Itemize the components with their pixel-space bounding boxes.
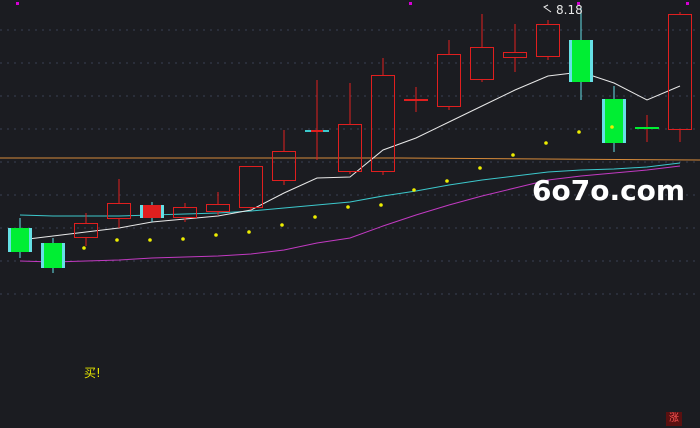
candle-body-6	[206, 204, 230, 212]
candle-body-20	[668, 14, 692, 130]
signal-dot-13	[478, 166, 482, 170]
signal-dot-8	[313, 215, 317, 219]
signal-dot-11	[412, 188, 416, 192]
top-marker-0	[16, 2, 19, 5]
candle-body-0	[11, 228, 29, 252]
top-marker-3	[686, 2, 689, 5]
signal-dot-3	[148, 238, 152, 242]
candle-body-10	[338, 124, 362, 172]
candle-body-18	[605, 99, 623, 143]
candle-body-2	[74, 223, 98, 238]
candle-body-17	[572, 40, 590, 82]
signal-dot-10	[379, 203, 383, 207]
candle-body-5	[173, 207, 197, 218]
candle-body-15	[503, 52, 527, 58]
rise-badge: 涨	[666, 412, 682, 426]
watermark: 6o7o.com	[532, 174, 686, 207]
top-marker-1	[409, 2, 412, 5]
signal-dot-7	[280, 223, 284, 227]
signal-dot-16	[577, 130, 581, 134]
signal-dot-15	[544, 141, 548, 145]
candle-body-7	[239, 166, 263, 208]
signal-dot-12	[445, 179, 449, 183]
candle-body-1	[44, 243, 62, 268]
signal-dot-14	[511, 153, 515, 157]
high-price-label: 8.18	[556, 3, 583, 17]
candle-body-13	[437, 54, 461, 107]
signal-dot-17	[610, 125, 614, 129]
signal-dot-4	[181, 237, 185, 241]
signal-dot-2	[115, 238, 119, 242]
chart-area: 8.18 买! 6o7o.com 涨	[0, 0, 700, 428]
ma-line-orange	[0, 157, 700, 161]
signal-dot-9	[346, 205, 350, 209]
high-pointer-arrow	[543, 4, 552, 13]
signal-dot-1	[82, 246, 86, 250]
candlestick-chart	[0, 2, 700, 295]
signal-dot-5	[214, 233, 218, 237]
signal-dot-6	[247, 230, 251, 234]
candle-body-16	[536, 24, 560, 57]
candle-body-4	[143, 205, 161, 218]
buy-signal-label: 买!	[84, 366, 101, 380]
candle-body-8	[272, 151, 296, 181]
